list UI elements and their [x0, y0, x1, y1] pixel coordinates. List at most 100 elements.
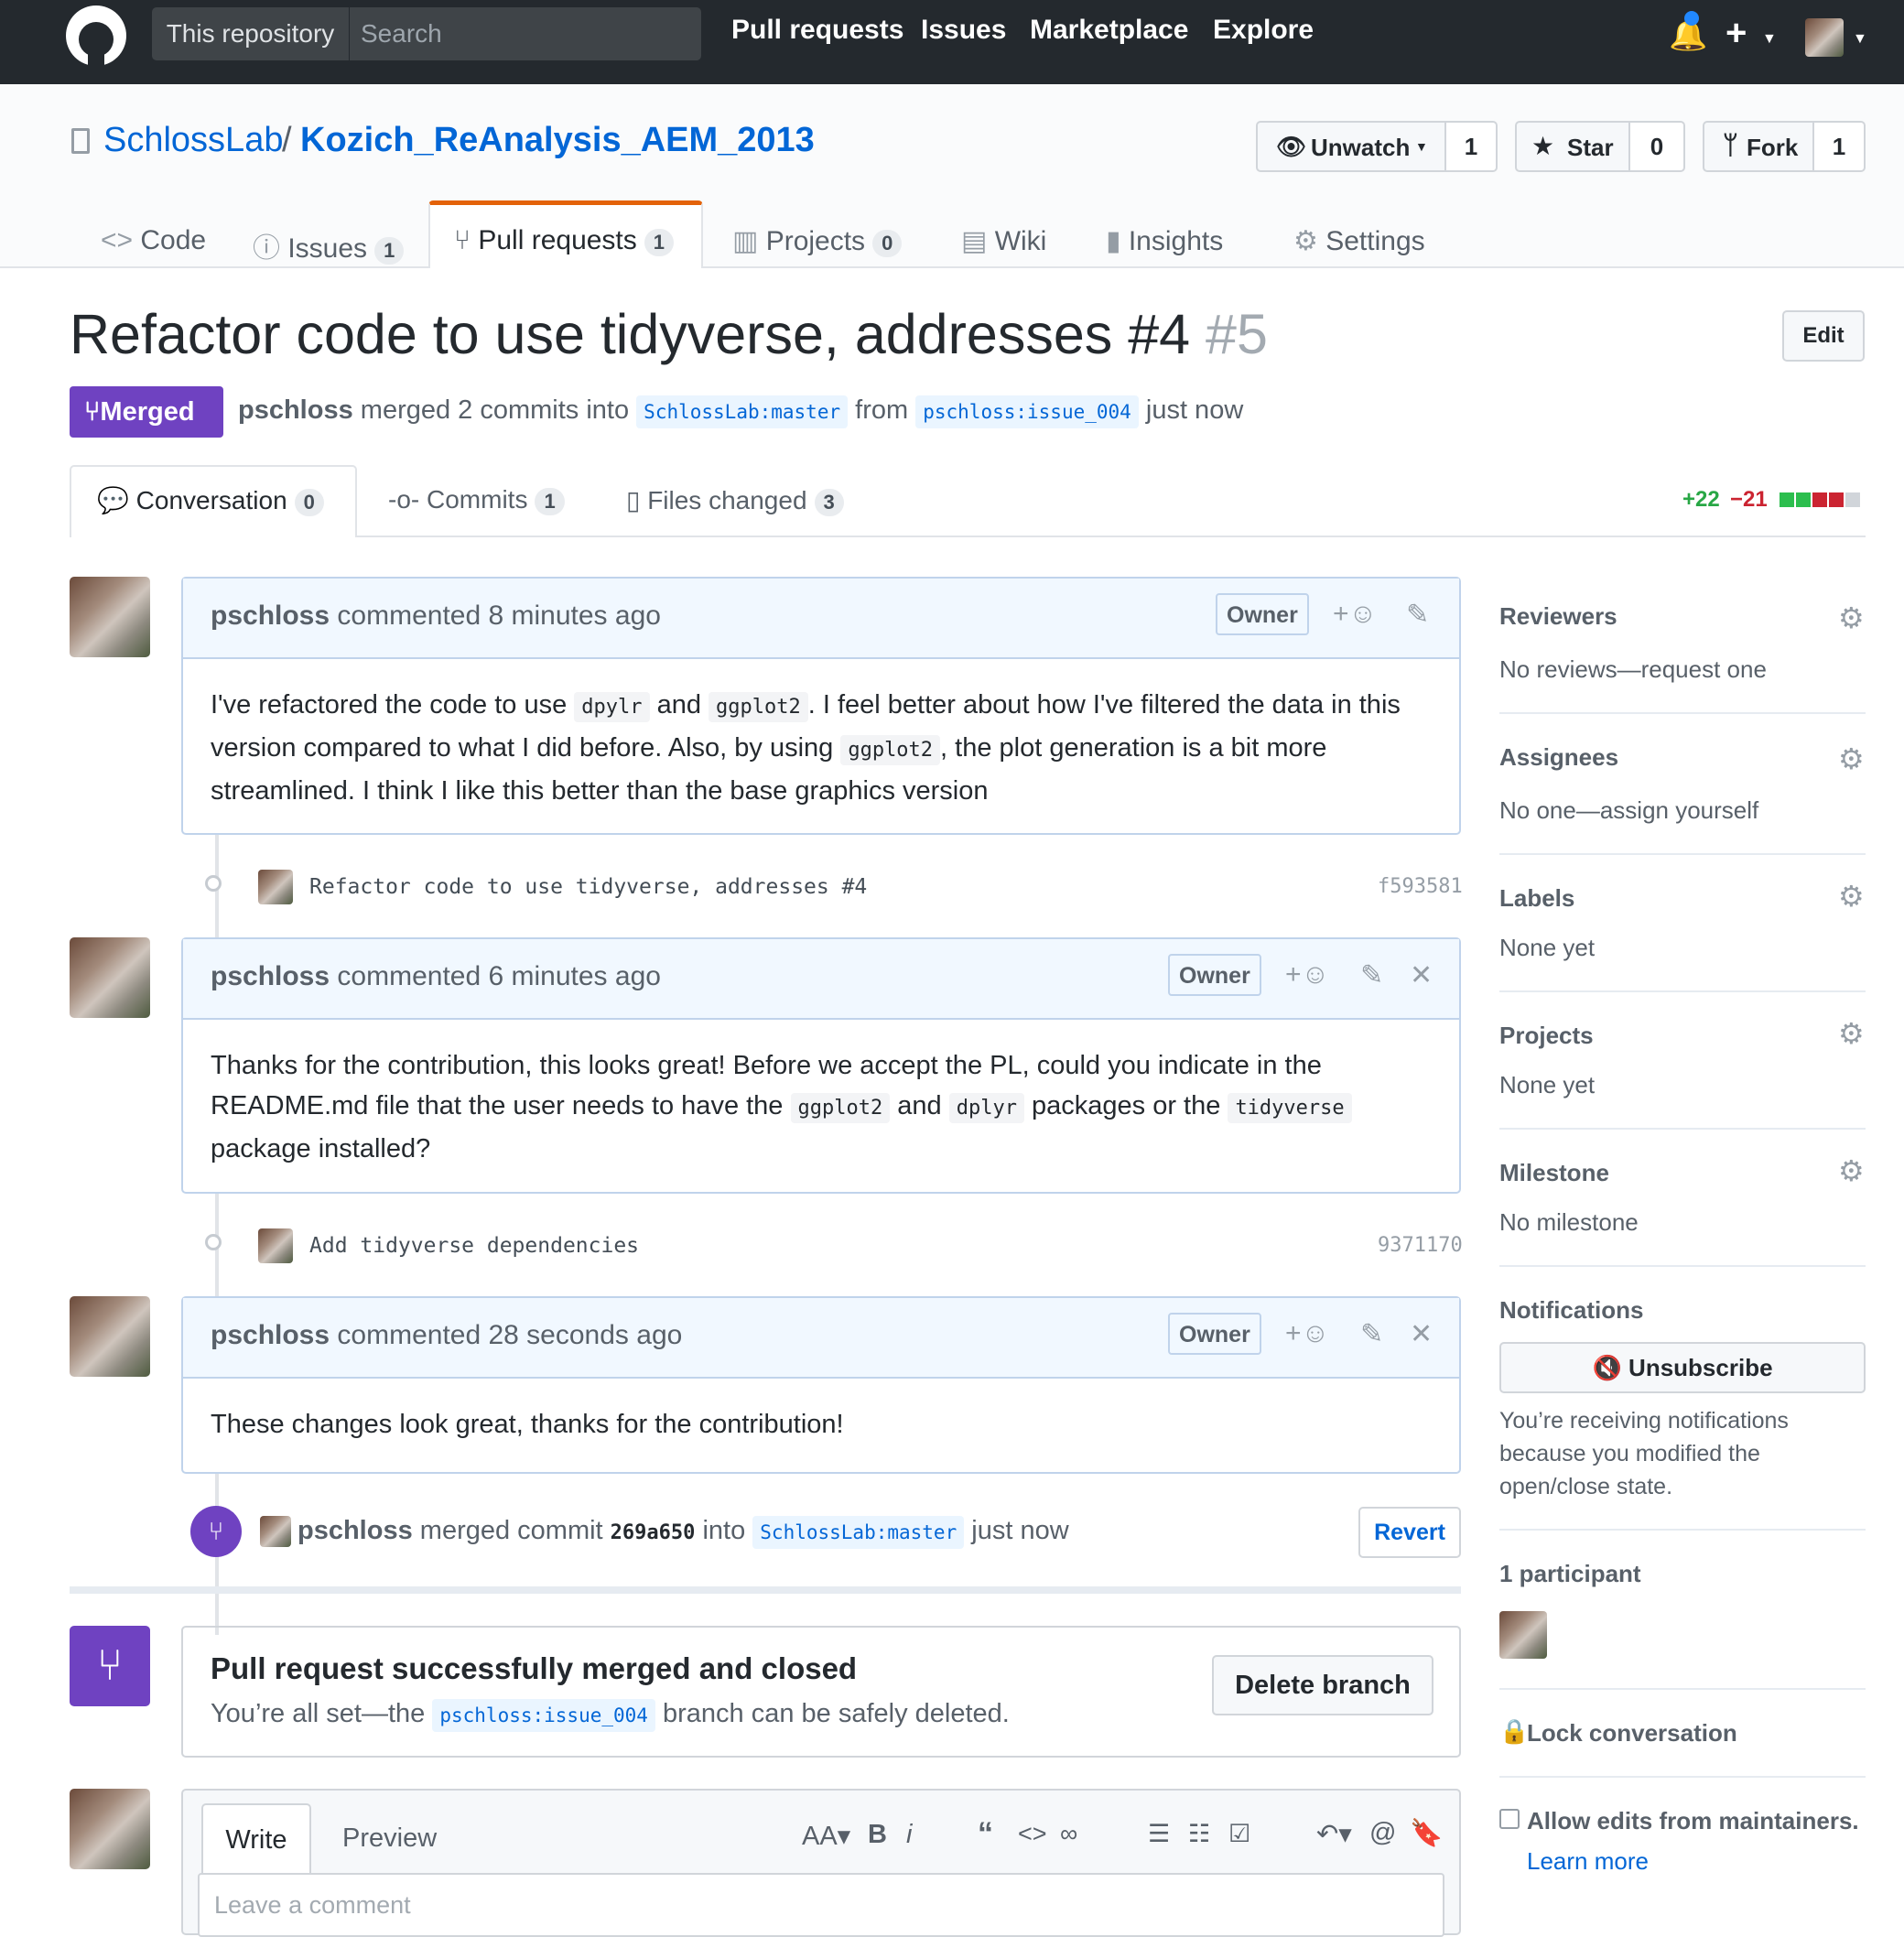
- code-icon[interactable]: <>: [1018, 1820, 1047, 1848]
- merged-status-title: Pull request successfully merged and clo…: [211, 1651, 858, 1685]
- write-tab[interactable]: Write: [201, 1803, 311, 1873]
- tab-commits[interactable]: -o- Commits 1: [388, 485, 565, 515]
- labels-heading[interactable]: Labels: [1499, 884, 1574, 913]
- learn-more-link[interactable]: Learn more: [1527, 1847, 1649, 1876]
- comment-avatar[interactable]: [70, 577, 150, 657]
- bookmark-icon[interactable]: 🔖: [1410, 1818, 1443, 1849]
- unordered-list-icon[interactable]: ☰: [1148, 1820, 1170, 1848]
- commit-message[interactable]: Add tidyverse dependencies: [309, 1234, 639, 1258]
- pencil-icon[interactable]: ✎: [1406, 599, 1429, 631]
- labels-gear-icon[interactable]: ⚙: [1838, 879, 1865, 914]
- avatar-dropdown-caret-icon[interactable]: ▼: [1853, 31, 1867, 48]
- projects-gear-icon[interactable]: ⚙: [1838, 1016, 1865, 1051]
- italic-icon[interactable]: i: [906, 1820, 912, 1850]
- repo-name-link[interactable]: Kozich_ReAnalysis_AEM_2013: [300, 121, 815, 160]
- unwatch-label: Unwatch: [1311, 134, 1411, 161]
- pencil-icon[interactable]: ✎: [1360, 959, 1383, 991]
- pr-author-link[interactable]: pschloss: [238, 395, 353, 425]
- user-avatar[interactable]: [1805, 18, 1844, 57]
- pencil-icon[interactable]: ✎: [1360, 1318, 1383, 1350]
- head-branch[interactable]: pschloss:issue_004: [915, 395, 1139, 428]
- nav-marketplace[interactable]: Marketplace: [1030, 15, 1188, 46]
- merge-author-link[interactable]: pschloss: [298, 1516, 413, 1545]
- star-button[interactable]: ★ Star: [1515, 121, 1630, 172]
- assignees-value[interactable]: No one—assign yourself: [1499, 796, 1758, 825]
- unsubscribe-button[interactable]: 🔇 Unsubscribe: [1499, 1342, 1866, 1393]
- star-label: Star: [1567, 134, 1614, 161]
- reviewers-value[interactable]: No reviews—request one: [1499, 655, 1767, 684]
- nav-explore[interactable]: Explore: [1213, 15, 1314, 46]
- commit-message[interactable]: Refactor code to use tidyverse, addresse…: [309, 875, 867, 899]
- revert-button[interactable]: Revert: [1358, 1507, 1461, 1558]
- milestone-gear-icon[interactable]: ⚙: [1838, 1153, 1865, 1188]
- commit-sha[interactable]: 9371170: [1378, 1234, 1463, 1257]
- fork-count[interactable]: 1: [1814, 121, 1866, 172]
- lock-conversation-link[interactable]: Lock conversation: [1527, 1719, 1737, 1748]
- merge-commit-sha[interactable]: 269a650: [611, 1521, 696, 1544]
- tab-wiki[interactable]: ▤ Wiki: [961, 225, 1046, 257]
- edit-title-button[interactable]: Edit: [1782, 310, 1865, 362]
- participant-avatar[interactable]: [1499, 1611, 1547, 1659]
- repo-owner-link[interactable]: SchlossLab: [103, 121, 283, 160]
- nav-issues[interactable]: Issues: [921, 15, 1006, 46]
- commit-author-avatar[interactable]: [258, 870, 293, 904]
- quote-icon[interactable]: “: [978, 1816, 993, 1852]
- base-branch[interactable]: SchlossLab:master: [636, 395, 849, 428]
- search-scope-label[interactable]: This repository: [152, 7, 350, 60]
- merge-author-avatar[interactable]: [260, 1516, 291, 1547]
- task-list-icon[interactable]: ☑: [1228, 1820, 1250, 1848]
- deletable-branch[interactable]: pschloss:issue_004: [432, 1699, 655, 1732]
- add-reaction-icon[interactable]: +☺: [1285, 1318, 1329, 1349]
- comment-author-link[interactable]: pschloss: [211, 1320, 330, 1350]
- tab-issues[interactable]: ⓘ Issues 1: [253, 225, 405, 265]
- merge-base-branch[interactable]: SchlossLab:master: [752, 1516, 965, 1549]
- add-reaction-icon[interactable]: +☺: [1285, 959, 1329, 990]
- projects-heading[interactable]: Projects: [1499, 1022, 1594, 1050]
- comment-avatar[interactable]: [70, 937, 150, 1018]
- close-icon[interactable]: ✕: [1410, 1318, 1433, 1350]
- ordered-list-icon[interactable]: ☷: [1188, 1820, 1210, 1848]
- unwatch-button[interactable]: 👁 Unwatch ▼: [1256, 121, 1446, 172]
- link-icon[interactable]: ∞: [1060, 1820, 1077, 1848]
- tab-insights[interactable]: ▮ Insights: [1106, 225, 1223, 257]
- assignees-heading[interactable]: Assignees: [1499, 743, 1618, 772]
- comment-author-link[interactable]: pschloss: [211, 961, 330, 991]
- search-input[interactable]: [352, 7, 709, 60]
- bold-icon[interactable]: B: [868, 1820, 887, 1850]
- plus-icon[interactable]: +: [1726, 13, 1747, 54]
- add-reaction-icon[interactable]: +☺: [1333, 599, 1377, 630]
- commit-author-avatar[interactable]: [258, 1228, 293, 1263]
- tab-projects[interactable]: ▥ Projects 0: [732, 225, 903, 257]
- assignees-gear-icon[interactable]: ⚙: [1838, 741, 1865, 776]
- mention-icon[interactable]: @: [1369, 1818, 1396, 1848]
- merge-event-text: pschloss merged commit 269a650 into Schl…: [298, 1516, 1069, 1549]
- text-size-icon[interactable]: AA▾: [802, 1820, 850, 1852]
- reviewers-gear-icon[interactable]: ⚙: [1838, 601, 1865, 635]
- milestone-heading[interactable]: Milestone: [1499, 1159, 1609, 1187]
- tab-code[interactable]: <> Code: [101, 225, 206, 256]
- tab-pull-requests[interactable]: ⑂ Pull requests 1: [454, 225, 675, 256]
- github-logo-icon[interactable]: [66, 5, 126, 66]
- close-icon[interactable]: ✕: [1410, 959, 1433, 991]
- comment-author-link[interactable]: pschloss: [211, 601, 330, 631]
- tab-files-changed[interactable]: ▯ Files changed 3: [626, 485, 844, 516]
- reply-icon[interactable]: ↶▾: [1316, 1818, 1352, 1850]
- preview-tab[interactable]: Preview: [342, 1823, 437, 1854]
- tab-conversation[interactable]: 💬 Conversation 0: [70, 465, 357, 537]
- star-count[interactable]: 0: [1630, 121, 1685, 172]
- comment-avatar[interactable]: [70, 1296, 150, 1377]
- current-user-avatar[interactable]: [70, 1789, 150, 1869]
- nav-pull-requests[interactable]: Pull requests: [731, 15, 903, 46]
- watch-count[interactable]: 1: [1446, 121, 1498, 172]
- merge-event-icon: ⑂: [190, 1506, 242, 1557]
- commit-sha[interactable]: f593581: [1378, 875, 1463, 898]
- plus-dropdown-caret-icon[interactable]: ▼: [1762, 31, 1777, 48]
- reviewers-heading[interactable]: Reviewers: [1499, 602, 1617, 631]
- comment-meta: commented 6 minutes ago: [337, 961, 661, 991]
- merged-state-label: Merged: [100, 397, 195, 427]
- tab-settings[interactable]: ⚙ Settings: [1293, 225, 1425, 257]
- allow-edits-checkbox[interactable]: [1499, 1809, 1520, 1829]
- delete-branch-button[interactable]: Delete branch: [1212, 1655, 1433, 1715]
- comment-textarea[interactable]: Leave a comment: [198, 1873, 1444, 1937]
- fork-button[interactable]: ᛘ Fork: [1703, 121, 1814, 172]
